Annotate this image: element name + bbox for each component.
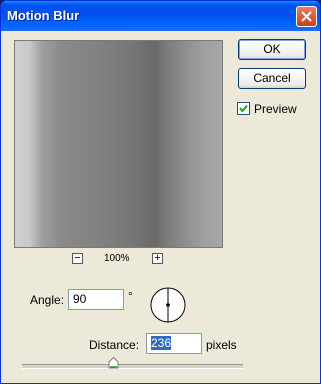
cancel-button[interactable]: Cancel [238,68,306,89]
distance-slider-thumb[interactable] [108,357,119,369]
angle-input[interactable]: 90 [68,289,124,310]
zoom-in-button[interactable]: + [152,252,163,264]
degree-unit: ° [128,289,133,303]
close-icon [301,11,312,22]
distance-input[interactable]: 236 [146,333,202,354]
plus-icon: + [154,252,161,264]
distance-label: Distance: [89,338,140,352]
title-bar[interactable]: Motion Blur [1,1,320,31]
minus-icon: − [74,252,81,264]
close-button[interactable] [296,6,317,27]
preview-checkbox[interactable] [237,102,250,115]
angle-label: Angle: [30,293,65,307]
distance-slider-track[interactable] [22,364,243,369]
checkmark-icon [239,104,248,113]
ok-button[interactable]: OK [238,39,306,60]
motion-blur-dialog: Motion Blur − 100% + OK Cancel Preview A… [0,0,321,384]
preview-image[interactable] [14,40,223,248]
zoom-level: 100% [104,253,130,264]
angle-dial[interactable] [149,286,187,324]
dialog-content: − 100% + OK Cancel Preview Angle: 90 ° D… [4,31,317,381]
distance-unit: pixels [206,338,237,352]
zoom-out-button[interactable]: − [72,252,83,264]
preview-label: Preview [254,102,297,116]
dialog-title: Motion Blur [7,8,80,23]
